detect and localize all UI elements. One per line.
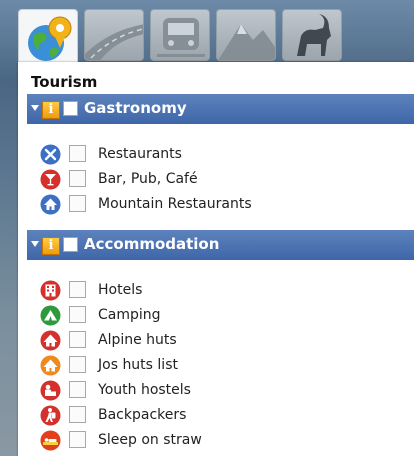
category-checkbox-gastronomy[interactable]: [63, 101, 78, 116]
checkbox-hotels[interactable]: [69, 281, 86, 298]
train-icon: [157, 18, 205, 57]
list-item-jos-huts-list[interactable]: Jos huts list: [40, 355, 400, 377]
category-checkbox-accommodation[interactable]: [63, 237, 78, 252]
item-label: Backpackers: [98, 407, 187, 423]
collapse-triangle-icon[interactable]: [31, 105, 39, 111]
item-label: Jos huts list: [98, 357, 178, 373]
youth-hostel-icon: [40, 380, 61, 401]
road-icon: [85, 24, 143, 60]
collapse-triangle-icon[interactable]: [31, 241, 39, 247]
globe-pin-icon: [28, 16, 72, 61]
item-label: Youth hostels: [98, 382, 191, 398]
cutlery-icon: [40, 144, 61, 165]
tab-transport[interactable]: [150, 9, 210, 61]
item-label: Bar, Pub, Café: [98, 171, 198, 187]
tab-mountains[interactable]: [216, 9, 276, 61]
tab-wildlife[interactable]: [282, 9, 342, 61]
checkbox-jos-huts-list[interactable]: [69, 356, 86, 373]
list-item-alpine-huts[interactable]: Alpine huts: [40, 330, 400, 352]
list-item-hotels[interactable]: Hotels: [40, 280, 400, 302]
chalet-icon: [40, 194, 61, 215]
list-item-restaurants[interactable]: Restaurants: [40, 144, 400, 166]
straw-bed-icon: [40, 430, 61, 451]
tab-bar: [18, 9, 414, 66]
cocktail-glass-icon: [40, 169, 61, 190]
list-item-sleep-on-straw[interactable]: Sleep on straw: [40, 430, 400, 452]
ibex-icon: [297, 14, 331, 56]
list-item-backpackers[interactable]: Backpackers: [40, 405, 400, 427]
checkbox-sleep-on-straw[interactable]: [69, 431, 86, 448]
item-label: Hotels: [98, 282, 143, 298]
list-item-youth-hostels[interactable]: Youth hostels: [40, 380, 400, 402]
hotel-icon: [40, 280, 61, 301]
checkbox-youth-hostels[interactable]: [69, 381, 86, 398]
item-label: Alpine huts: [98, 332, 177, 348]
checkbox-mountain-restaurants[interactable]: [69, 195, 86, 212]
tab-roads[interactable]: [84, 9, 144, 61]
checkbox-camping[interactable]: [69, 306, 86, 323]
layers-panel: Tourism i Gastronomy Restaurants Bar, Pu…: [18, 62, 414, 456]
panel-title: Tourism: [31, 73, 98, 91]
info-icon[interactable]: i: [42, 101, 60, 119]
checkbox-alpine-huts[interactable]: [69, 331, 86, 348]
category-header-gastronomy[interactable]: i Gastronomy: [27, 94, 414, 124]
tent-icon: [40, 305, 61, 326]
item-label: Sleep on straw: [98, 432, 202, 448]
checkbox-backpackers[interactable]: [69, 406, 86, 423]
category-label: Gastronomy: [84, 99, 187, 117]
tab-tourism[interactable]: [18, 9, 78, 66]
info-icon[interactable]: i: [42, 237, 60, 255]
item-label: Restaurants: [98, 146, 182, 162]
list-item-bar-pub-cafe[interactable]: Bar, Pub, Café: [40, 169, 400, 191]
category-label: Accommodation: [84, 235, 220, 253]
category-header-accommodation[interactable]: i Accommodation: [27, 230, 414, 260]
mountain-icon: [218, 24, 275, 60]
checkbox-bar-pub-cafe[interactable]: [69, 170, 86, 187]
checkbox-restaurants[interactable]: [69, 145, 86, 162]
hut-list-icon: [40, 355, 61, 376]
list-item-mountain-restaurants[interactable]: Mountain Restaurants: [40, 194, 400, 216]
item-label: Camping: [98, 307, 161, 323]
list-item-camping[interactable]: Camping: [40, 305, 400, 327]
item-label: Mountain Restaurants: [98, 196, 252, 212]
alpine-hut-icon: [40, 330, 61, 351]
backpacker-icon: [40, 405, 61, 426]
